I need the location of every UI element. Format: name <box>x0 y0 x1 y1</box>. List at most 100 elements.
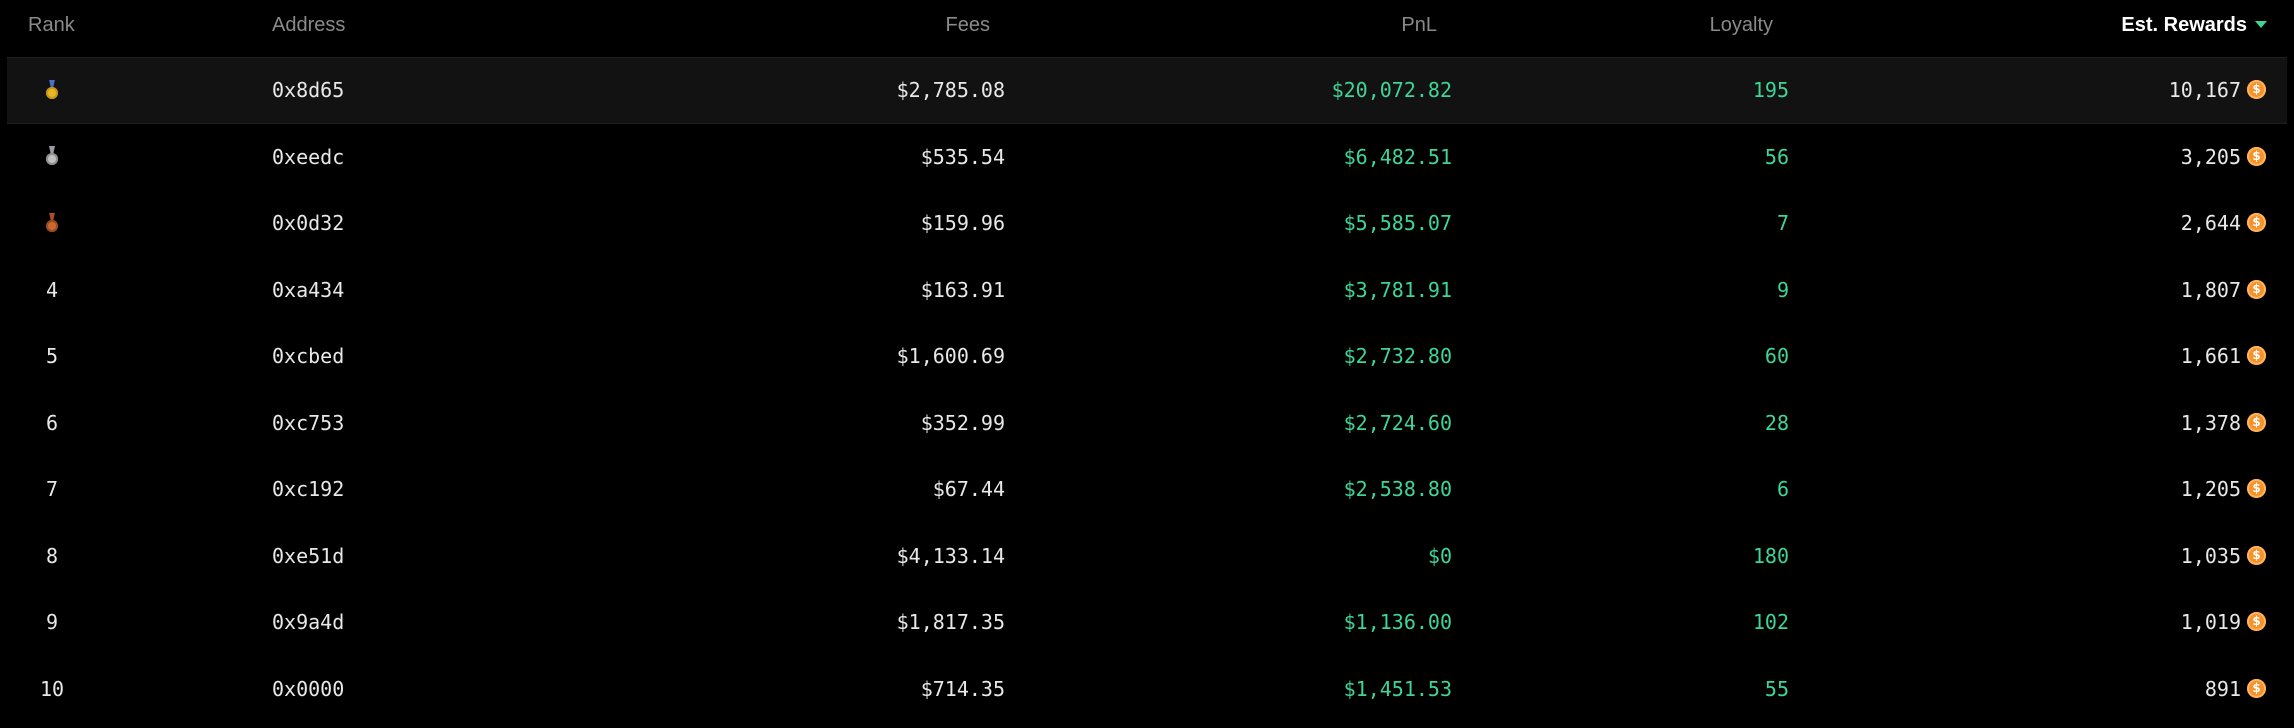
table-row[interactable]: 6 0xc753 $352.99 $2,724.60 28 1,378 $ <box>0 390 2294 457</box>
est-rewards-value: 10,167 <box>2168 78 2241 102</box>
table-row[interactable]: 0x0d32 $159.96 $5,585.07 7 2,644 $ <box>0 190 2294 257</box>
est-rewards-cell: 1,378 $ <box>2181 390 2266 457</box>
coin-icon: $ <box>2247 545 2266 565</box>
est-rewards-value: 1,035 <box>2180 543 2241 568</box>
address-cell: 0x9a4d <box>272 610 345 634</box>
pnl-cell: $20,072.82 <box>1331 78 1452 102</box>
fees-cell: $163.91 <box>920 277 1005 302</box>
rank-cell: 5 <box>45 344 59 368</box>
pnl-cell: $2,724.60 <box>1343 410 1452 435</box>
coin-icon: $ <box>2247 346 2266 365</box>
table-row[interactable]: 4 0xa434 $163.91 $3,781.91 9 1,807 $ <box>0 257 2294 324</box>
est-rewards-cell: 1,205 $ <box>2181 456 2266 523</box>
rank-cell <box>20 124 84 191</box>
rank-cell: 7 <box>45 477 59 501</box>
est-rewards-value: 2,644 <box>2180 211 2241 235</box>
est-rewards-value: 1,019 <box>2180 610 2241 634</box>
fees-cell: $714.35 <box>920 676 1005 701</box>
coin-icon: $ <box>2247 612 2266 631</box>
loyalty-cell: 195 <box>1752 78 1789 102</box>
table-row[interactable]: 0x8d65 $2,785.08 $20,072.82 195 10,167 $ <box>0 57 2294 124</box>
table-header: Rank Address Fees PnL Loyalty Est. Rewar… <box>0 0 2294 50</box>
est-rewards-cell: 891 $ <box>2205 656 2266 723</box>
est-rewards-value: 891 <box>2204 676 2241 701</box>
coin-icon: $ <box>2247 412 2266 432</box>
coin-icon: $ <box>2247 80 2266 99</box>
sort-desc-icon <box>2255 21 2267 29</box>
column-header-pnl[interactable]: PnL <box>1401 0 1437 50</box>
loyalty-cell: 56 <box>1764 144 1789 169</box>
fees-cell: $352.99 <box>920 410 1005 435</box>
loyalty-cell: 60 <box>1764 344 1789 368</box>
pnl-cell: $0 <box>1427 543 1452 568</box>
fees-cell: $4,133.14 <box>896 543 1005 568</box>
column-header-fees[interactable]: Fees <box>946 0 990 50</box>
table-row[interactable]: 0xeedc $535.54 $6,482.51 56 3,205 $ <box>0 124 2294 191</box>
est-rewards-cell: 2,644 $ <box>2181 190 2266 257</box>
pnl-cell: $2,538.80 <box>1343 477 1452 501</box>
pnl-cell: $1,136.00 <box>1343 610 1452 634</box>
leaderboard-table: Rank Address Fees PnL Loyalty Est. Rewar… <box>0 0 2294 728</box>
est-rewards-value: 1,661 <box>2180 344 2241 368</box>
coin-icon: $ <box>2247 678 2266 698</box>
est-rewards-cell: 3,205 $ <box>2181 124 2266 191</box>
rank-cell: 6 <box>45 410 59 435</box>
coin-icon: $ <box>2247 146 2266 166</box>
table-row[interactable]: 5 0xcbed $1,600.69 $2,732.80 60 1,661 $ <box>0 323 2294 390</box>
table-body: 0x8d65 $2,785.08 $20,072.82 195 10,167 $0xeed… <box>0 57 2294 722</box>
est-rewards-cell: 1,661 $ <box>2181 323 2266 390</box>
est-rewards-cell: 1,019 $ <box>2181 589 2266 656</box>
column-header-est-rewards[interactable]: Est. Rewards <box>2121 0 2267 50</box>
fees-cell: $1,600.69 <box>896 344 1005 368</box>
rank-cell: 10 <box>39 676 65 701</box>
address-cell: 0xa434 <box>272 277 345 302</box>
bronze-medal-icon <box>46 212 58 233</box>
address-cell: 0xeedc <box>272 144 345 169</box>
pnl-cell: $6,482.51 <box>1343 144 1452 169</box>
est-rewards-cell: 1,035 $ <box>2181 523 2266 590</box>
loyalty-cell: 6 <box>1776 477 1789 501</box>
loyalty-cell: 55 <box>1764 676 1789 701</box>
column-header-rank[interactable]: Rank <box>28 0 75 50</box>
address-cell: 0x0000 <box>272 676 345 701</box>
coin-icon: $ <box>2247 213 2266 232</box>
pnl-cell: $3,781.91 <box>1343 277 1452 302</box>
fees-cell: $535.54 <box>920 144 1005 169</box>
silver-medal-icon <box>46 146 58 166</box>
rank-cell <box>20 190 84 257</box>
table-row[interactable]: 8 0xe51d $4,133.14 $0 180 1,035 $ <box>0 523 2294 590</box>
column-header-loyalty[interactable]: Loyalty <box>1710 0 1773 50</box>
pnl-cell: $5,585.07 <box>1343 211 1452 235</box>
loyalty-cell: 9 <box>1776 277 1789 302</box>
est-rewards-value: 1,807 <box>2180 277 2241 302</box>
loyalty-cell: 180 <box>1752 543 1789 568</box>
gold-medal-icon <box>46 79 58 100</box>
table-row[interactable]: 9 0x9a4d $1,817.35 $1,136.00 102 1,019 $ <box>0 589 2294 656</box>
coin-icon: $ <box>2247 279 2266 299</box>
loyalty-cell: 102 <box>1752 610 1789 634</box>
est-rewards-value: 1,205 <box>2180 477 2241 501</box>
est-rewards-value: 3,205 <box>2180 144 2241 169</box>
pnl-cell: $1,451.53 <box>1343 676 1452 701</box>
coin-icon: $ <box>2247 479 2266 498</box>
table-row[interactable]: 10 0x0000 $714.35 $1,451.53 55 891 $ <box>0 656 2294 723</box>
rank-cell <box>20 57 84 124</box>
rank-cell: 4 <box>45 277 59 302</box>
table-row[interactable]: 7 0xc192 $67.44 $2,538.80 6 1,205 $ <box>0 456 2294 523</box>
rank-cell: 8 <box>45 543 59 568</box>
address-cell: 0xe51d <box>272 543 345 568</box>
address-cell: 0xc192 <box>272 477 345 501</box>
est-rewards-cell: 10,167 $ <box>2169 57 2266 124</box>
address-cell: 0xc753 <box>272 410 345 435</box>
address-cell: 0x0d32 <box>272 211 345 235</box>
est-rewards-cell: 1,807 $ <box>2181 257 2266 324</box>
rank-cell: 9 <box>45 610 59 634</box>
est-rewards-value: 1,378 <box>2180 410 2241 435</box>
column-header-est-rewards-label: Est. Rewards <box>2121 14 2247 36</box>
loyalty-cell: 7 <box>1776 211 1789 235</box>
column-header-address[interactable]: Address <box>272 0 345 50</box>
fees-cell: $1,817.35 <box>896 610 1005 634</box>
fees-cell: $2,785.08 <box>896 78 1005 102</box>
pnl-cell: $2,732.80 <box>1343 344 1452 368</box>
loyalty-cell: 28 <box>1764 410 1789 435</box>
